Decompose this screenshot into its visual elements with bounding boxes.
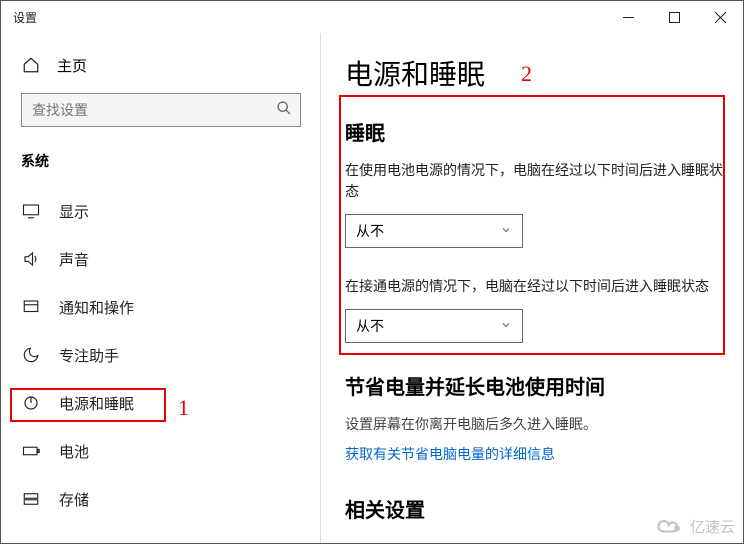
save-power-link[interactable]: 获取有关节省电脑电量的详细信息 (345, 444, 555, 464)
notification-icon (21, 298, 41, 316)
sidebar-item-label: 声音 (59, 249, 89, 270)
select-value: 从不 (356, 221, 384, 241)
sidebar: 主页 系统 显示 声音 通知和操作 (1, 33, 321, 543)
sidebar-item-battery[interactable]: 电池 (21, 429, 320, 473)
sleep-battery-select[interactable]: 从不 (345, 214, 523, 248)
save-power-sub: 设置屏幕在你离开电脑后多久进入睡眠。 (345, 414, 723, 434)
window-title: 设置 (13, 9, 37, 26)
chevron-down-icon (500, 223, 512, 239)
sidebar-item-notifications[interactable]: 通知和操作 (21, 285, 320, 329)
related-heading: 相关设置 (345, 494, 723, 523)
close-icon (715, 12, 726, 23)
chevron-down-icon (500, 318, 512, 334)
search-box[interactable] (21, 93, 301, 127)
minimize-icon (623, 12, 634, 23)
sleep-heading: 睡眠 (345, 117, 723, 146)
sidebar-item-storage[interactable]: 存储 (21, 477, 320, 521)
sidebar-item-display[interactable]: 显示 (21, 189, 320, 233)
power-icon (21, 394, 41, 412)
titlebar: 设置 (1, 1, 743, 33)
home-icon (21, 56, 41, 74)
save-power-heading: 节省电量并延长电池使用时间 (345, 371, 723, 400)
select-value: 从不 (356, 316, 384, 336)
nav-group-header: 系统 (21, 151, 320, 171)
sidebar-item-label: 专注助手 (59, 345, 119, 366)
sidebar-item-label: 存储 (59, 489, 89, 510)
focus-icon (21, 346, 41, 364)
save-power-section: 节省电量并延长电池使用时间 设置屏幕在你离开电脑后多久进入睡眠。 获取有关节省电… (345, 371, 723, 464)
sidebar-item-sound[interactable]: 声音 (21, 237, 320, 281)
page-title: 电源和睡眠 (345, 53, 723, 93)
display-icon (21, 202, 41, 220)
close-button[interactable] (697, 1, 743, 33)
home-label: 主页 (57, 55, 87, 76)
maximize-button[interactable] (651, 1, 697, 33)
window-body: 主页 系统 显示 声音 通知和操作 (1, 33, 743, 543)
battery-icon (21, 442, 41, 460)
search-icon (276, 100, 292, 121)
sidebar-item-label: 电源和睡眠 (59, 393, 134, 414)
sleep-plugged-desc: 在接通电源的情况下，电脑在经过以下时间后进入睡眠状态 (345, 276, 723, 297)
window-controls (605, 1, 743, 33)
sleep-battery-desc: 在使用电池电源的情况下，电脑在经过以下时间后进入睡眠状态 (345, 160, 723, 202)
search-input[interactable] (32, 102, 276, 118)
sidebar-item-label: 显示 (59, 201, 89, 222)
maximize-icon (669, 12, 680, 23)
sidebar-item-label: 电池 (59, 441, 89, 462)
home-nav[interactable]: 主页 (21, 45, 320, 85)
sleep-plugged-select[interactable]: 从不 (345, 309, 523, 343)
settings-window: 设置 主页 (0, 0, 744, 544)
sound-icon (21, 250, 41, 268)
storage-icon (21, 490, 41, 508)
minimize-button[interactable] (605, 1, 651, 33)
sidebar-item-label: 通知和操作 (59, 297, 134, 318)
main-panel: 电源和睡眠 睡眠 在使用电池电源的情况下，电脑在经过以下时间后进入睡眠状态 从不… (321, 33, 743, 543)
sidebar-item-focus[interactable]: 专注助手 (21, 333, 320, 377)
sidebar-item-power-sleep[interactable]: 电源和睡眠 (21, 381, 320, 425)
